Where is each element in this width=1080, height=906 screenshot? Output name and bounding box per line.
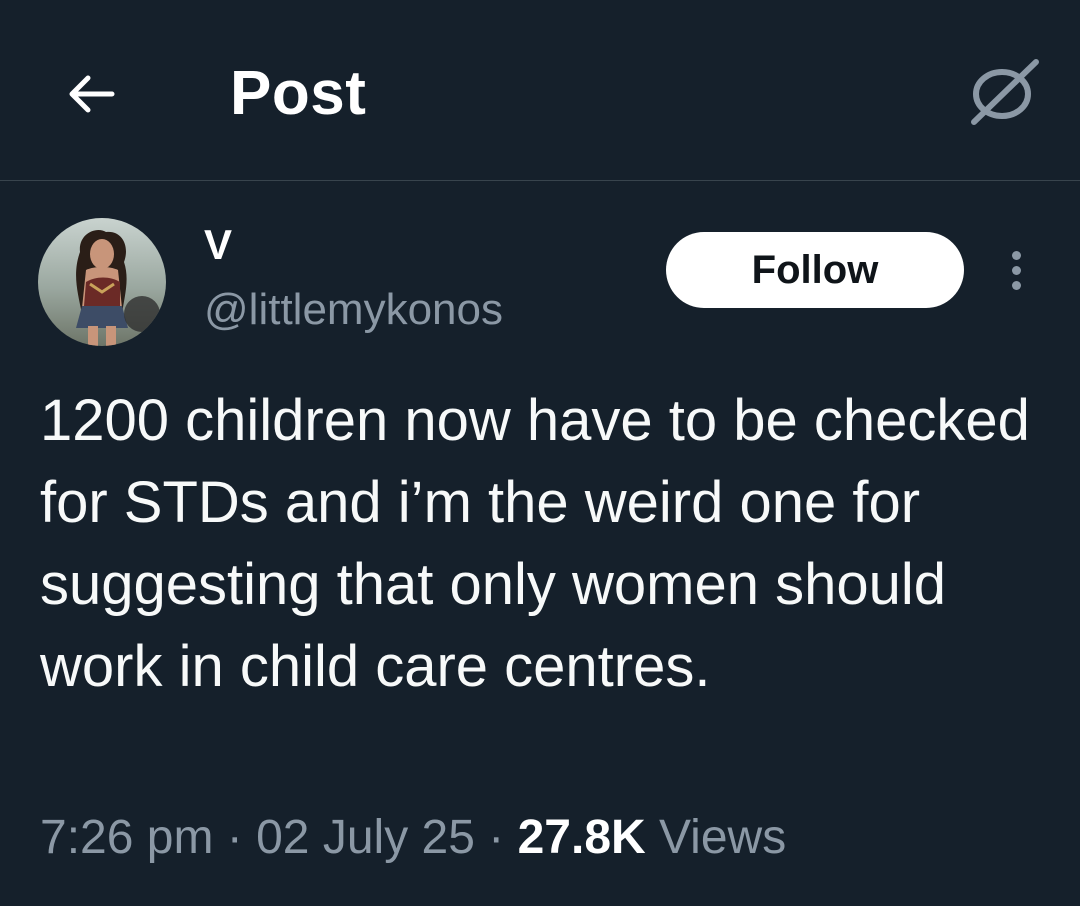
more-vertical-icon-dot xyxy=(1011,265,1021,275)
author-handle[interactable]: @littlemykonos xyxy=(204,284,503,336)
more-vertical-icon xyxy=(1011,250,1021,260)
follow-button[interactable]: Follow xyxy=(666,232,964,308)
post-time[interactable]: 7:26 pm xyxy=(40,811,213,864)
more-options-button[interactable] xyxy=(996,240,1036,300)
post-metadata: 7:26 pm · 02 July 25 · 27.8K Views xyxy=(40,808,786,868)
separator: · xyxy=(488,811,505,864)
avatar-image xyxy=(38,218,166,346)
post-date[interactable]: 02 July 25 xyxy=(256,811,475,864)
views-count[interactable]: 27.8K xyxy=(518,811,646,864)
more-vertical-icon-dot xyxy=(1011,280,1021,290)
top-bar: Post xyxy=(0,0,1080,181)
grok-button[interactable] xyxy=(962,50,1046,134)
separator: · xyxy=(226,811,243,864)
grok-slash-icon xyxy=(971,59,1039,125)
arrow-left-icon xyxy=(69,75,115,113)
views-label[interactable]: Views xyxy=(659,811,786,864)
display-name[interactable]: V xyxy=(204,220,232,270)
back-button[interactable] xyxy=(58,66,122,122)
avatar[interactable] xyxy=(38,218,166,346)
tweet-text: 1200 children now have to be checked for… xyxy=(40,388,1030,699)
author-row: V @littlemykonos Follow xyxy=(0,210,1080,360)
post-screen: Post V @littlemykonos Follow 1200 childr… xyxy=(0,0,1080,906)
page-title: Post xyxy=(230,59,367,128)
